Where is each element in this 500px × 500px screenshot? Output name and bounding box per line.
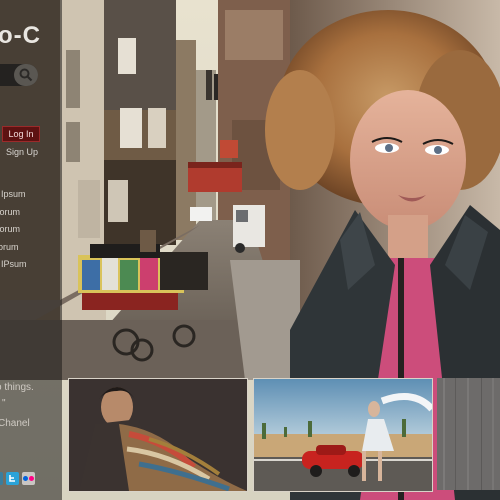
quote-author: Chanel: [0, 418, 30, 429]
site-logo[interactable]: o-C: [0, 22, 41, 50]
magnifier-icon: [19, 68, 33, 82]
twitter-icon[interactable]: [6, 472, 19, 485]
photo-fashion-scarves: [69, 379, 247, 491]
thumbnail-texture[interactable]: [437, 378, 500, 490]
photo-grey-texture: [437, 378, 500, 490]
thumbnail-fashion[interactable]: [68, 378, 248, 492]
thumbnail-desert-car[interactable]: [253, 378, 433, 492]
quote-mark: ": [2, 398, 6, 409]
social-icon[interactable]: [0, 472, 3, 485]
menu-item[interactable]: em IPsum: [0, 256, 27, 274]
social-links: [0, 472, 35, 485]
menu-item[interactable]: em Ipsum: [0, 186, 27, 204]
menu-item[interactable]: Dolorum: [0, 204, 27, 222]
login-button[interactable]: Log In: [2, 126, 40, 142]
signup-link[interactable]: Sign Up: [6, 147, 38, 157]
sidebar-menu: em Ipsum Dolorum Dolorum dolorum em IPsu…: [0, 186, 27, 274]
search-button[interactable]: [14, 64, 38, 86]
quote-text: o things.: [0, 382, 34, 393]
flickr-icon[interactable]: [22, 472, 35, 485]
photo-red-car-desert: [254, 379, 432, 491]
menu-item[interactable]: Dolorum: [0, 221, 27, 239]
menu-item[interactable]: dolorum: [0, 239, 27, 257]
